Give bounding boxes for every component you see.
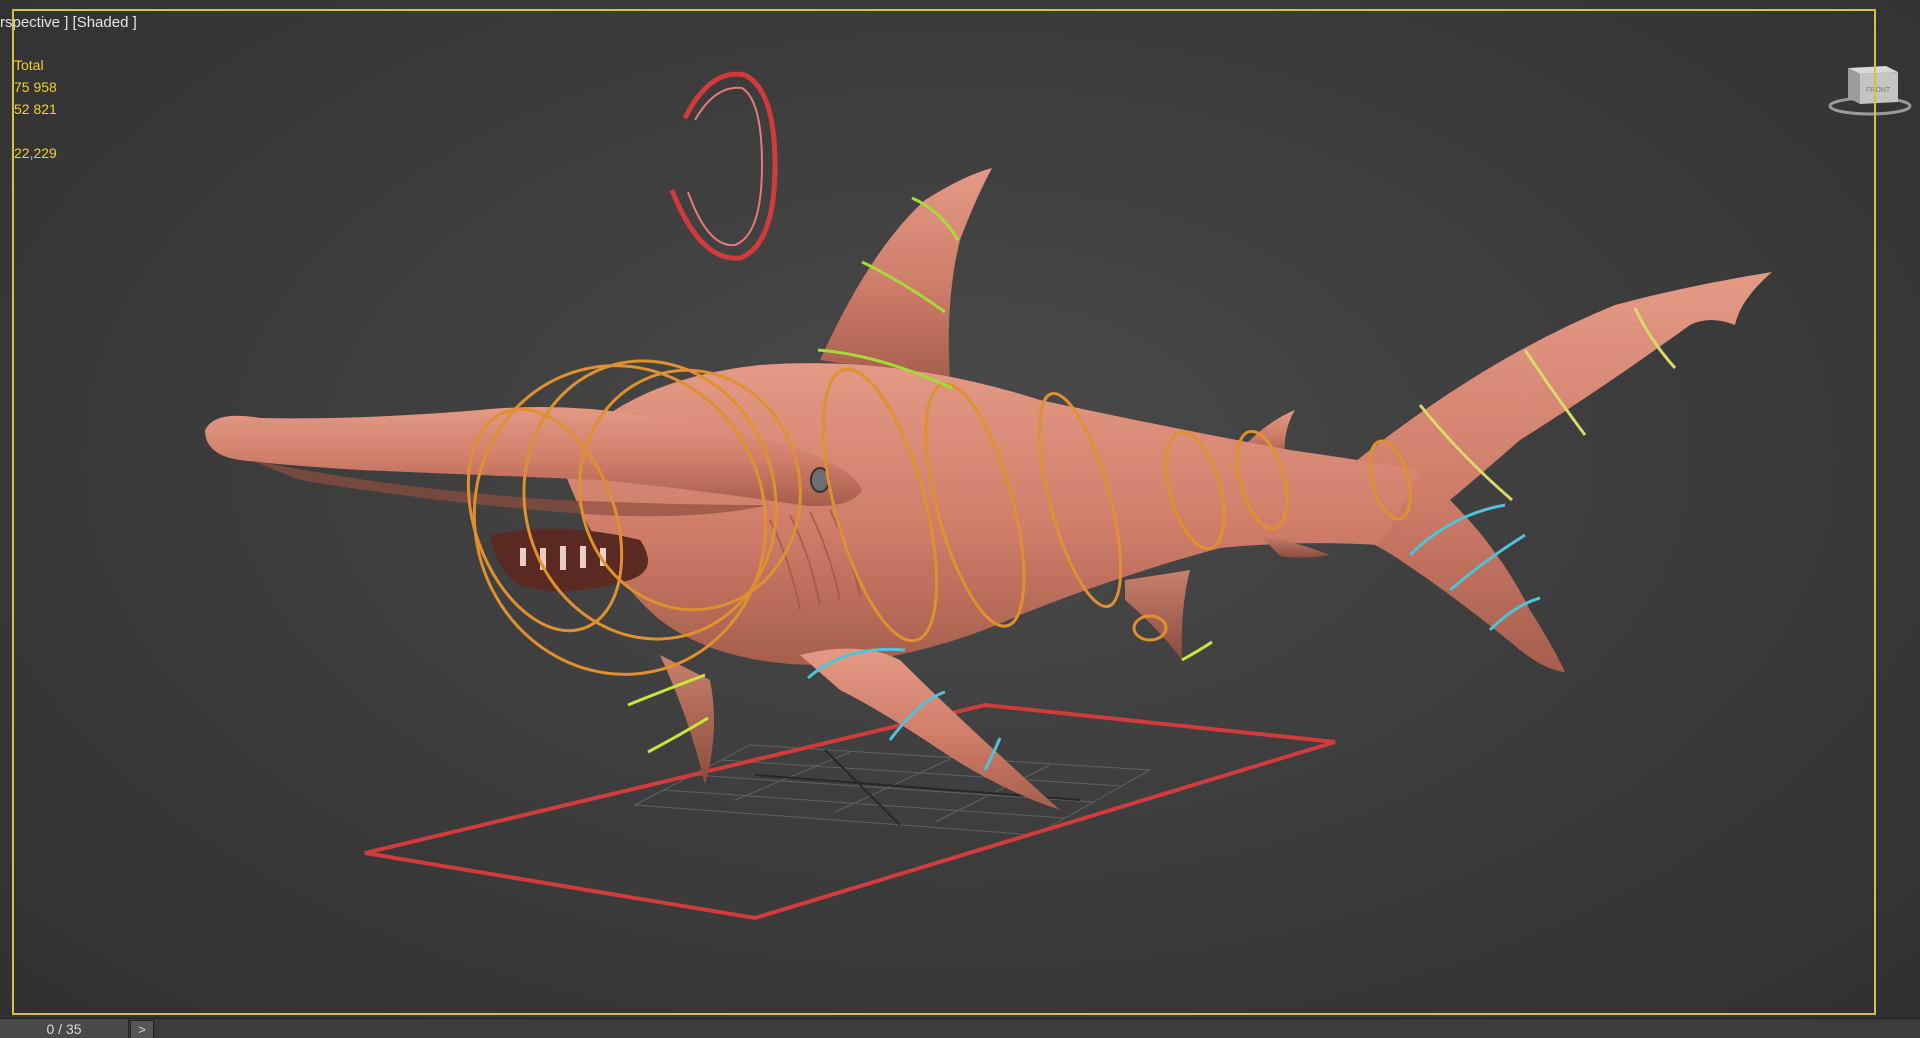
stats-total-label: Total: [14, 57, 44, 73]
perspective-viewport[interactable]: rspective ] [Shaded ] Total 75 958 52 82…: [0, 0, 1920, 1018]
stats-fps: 22,229: [14, 145, 57, 161]
look-at-control[interactable]: [669, 71, 778, 261]
pectoral-fin-near[interactable]: [800, 648, 1060, 810]
frame-counter[interactable]: 0 / 35: [0, 1019, 129, 1038]
viewcube-icon[interactable]: FRONT: [1826, 58, 1914, 118]
dorsal-fin[interactable]: [820, 168, 992, 380]
scene-canvas[interactable]: [0, 0, 1920, 1018]
next-frame-button[interactable]: >: [130, 1020, 154, 1038]
time-slider[interactable]: 0 / 35 >: [0, 1018, 1920, 1038]
root-control[interactable]: [364, 702, 1336, 921]
viewcube-face-label: FRONT: [1866, 87, 1891, 94]
stats-polys: 75 958: [14, 79, 57, 95]
viewport-label[interactable]: rspective ] [Shaded ]: [0, 14, 137, 31]
stats-verts: 52 821: [14, 101, 57, 117]
statistics-overlay: Total 75 958 52 821 22,229: [14, 54, 57, 164]
stats-spacer: [14, 120, 57, 142]
max-application: rspective ] [Shaded ] Total 75 958 52 82…: [0, 0, 1920, 1038]
anal-fin[interactable]: [1125, 570, 1190, 660]
